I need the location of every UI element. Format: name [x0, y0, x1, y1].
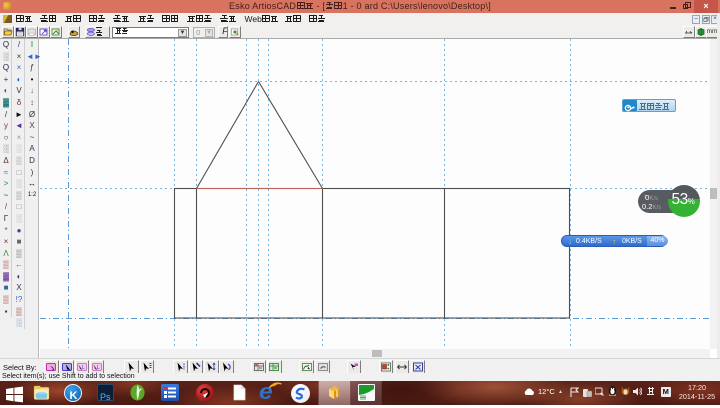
- svg-text:L: L: [82, 365, 85, 371]
- svg-text:L: L: [97, 365, 100, 371]
